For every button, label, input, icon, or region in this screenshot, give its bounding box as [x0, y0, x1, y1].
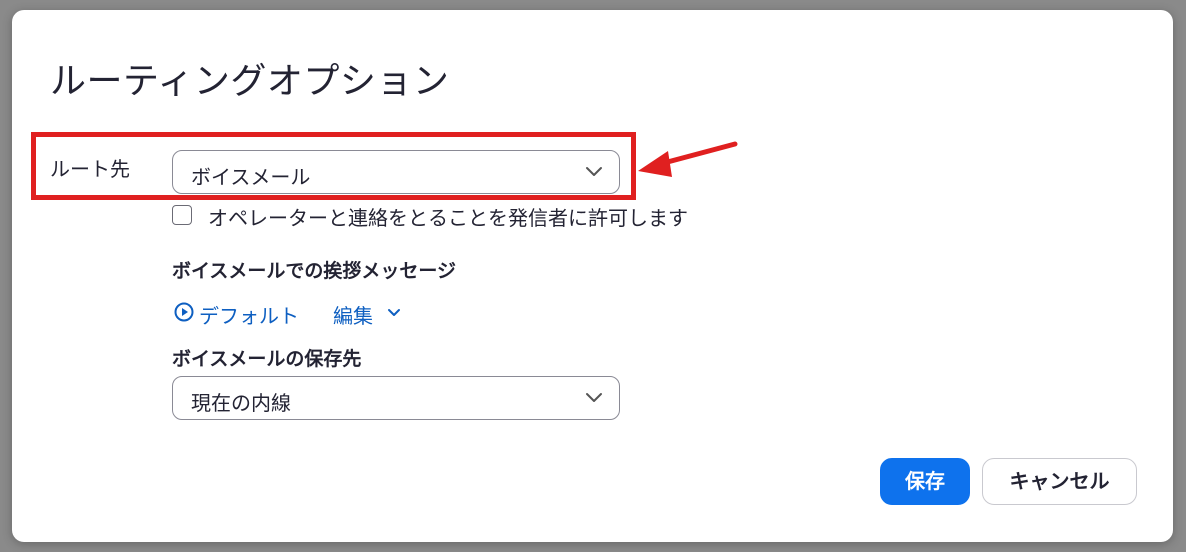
storage-select[interactable]: 現在の内線: [172, 376, 620, 420]
greeting-default-link[interactable]: デフォルト: [199, 300, 299, 329]
save-button[interactable]: 保存: [880, 458, 970, 505]
cancel-button[interactable]: キャンセル: [982, 458, 1137, 505]
allow-operator-checkbox[interactable]: [172, 205, 192, 225]
chevron-down-icon: [586, 393, 602, 402]
storage-label: ボイスメールの保存先: [172, 348, 362, 370]
routing-options-dialog: ルーティングオプション ルート先 ボイスメール オペレーターと連絡をとることを発…: [12, 10, 1173, 542]
greeting-edit-link[interactable]: 編集: [333, 300, 373, 329]
route-to-select[interactable]: ボイスメール: [172, 150, 620, 194]
allow-operator-label: オペレーターと連絡をとることを発信者に許可します: [208, 206, 688, 230]
annotation-arrow-icon: [638, 141, 738, 177]
dialog-title: ルーティングオプション: [50, 61, 450, 102]
storage-select-value: 現在の内線: [191, 391, 291, 415]
chevron-down-icon: [586, 167, 602, 176]
route-to-select-value: ボイスメール: [191, 165, 311, 189]
chevron-down-icon[interactable]: [387, 308, 401, 318]
play-circle-icon[interactable]: [174, 302, 194, 322]
route-to-label: ルート先: [50, 157, 130, 181]
greeting-label: ボイスメールでの挨拶メッセージ: [172, 260, 457, 282]
